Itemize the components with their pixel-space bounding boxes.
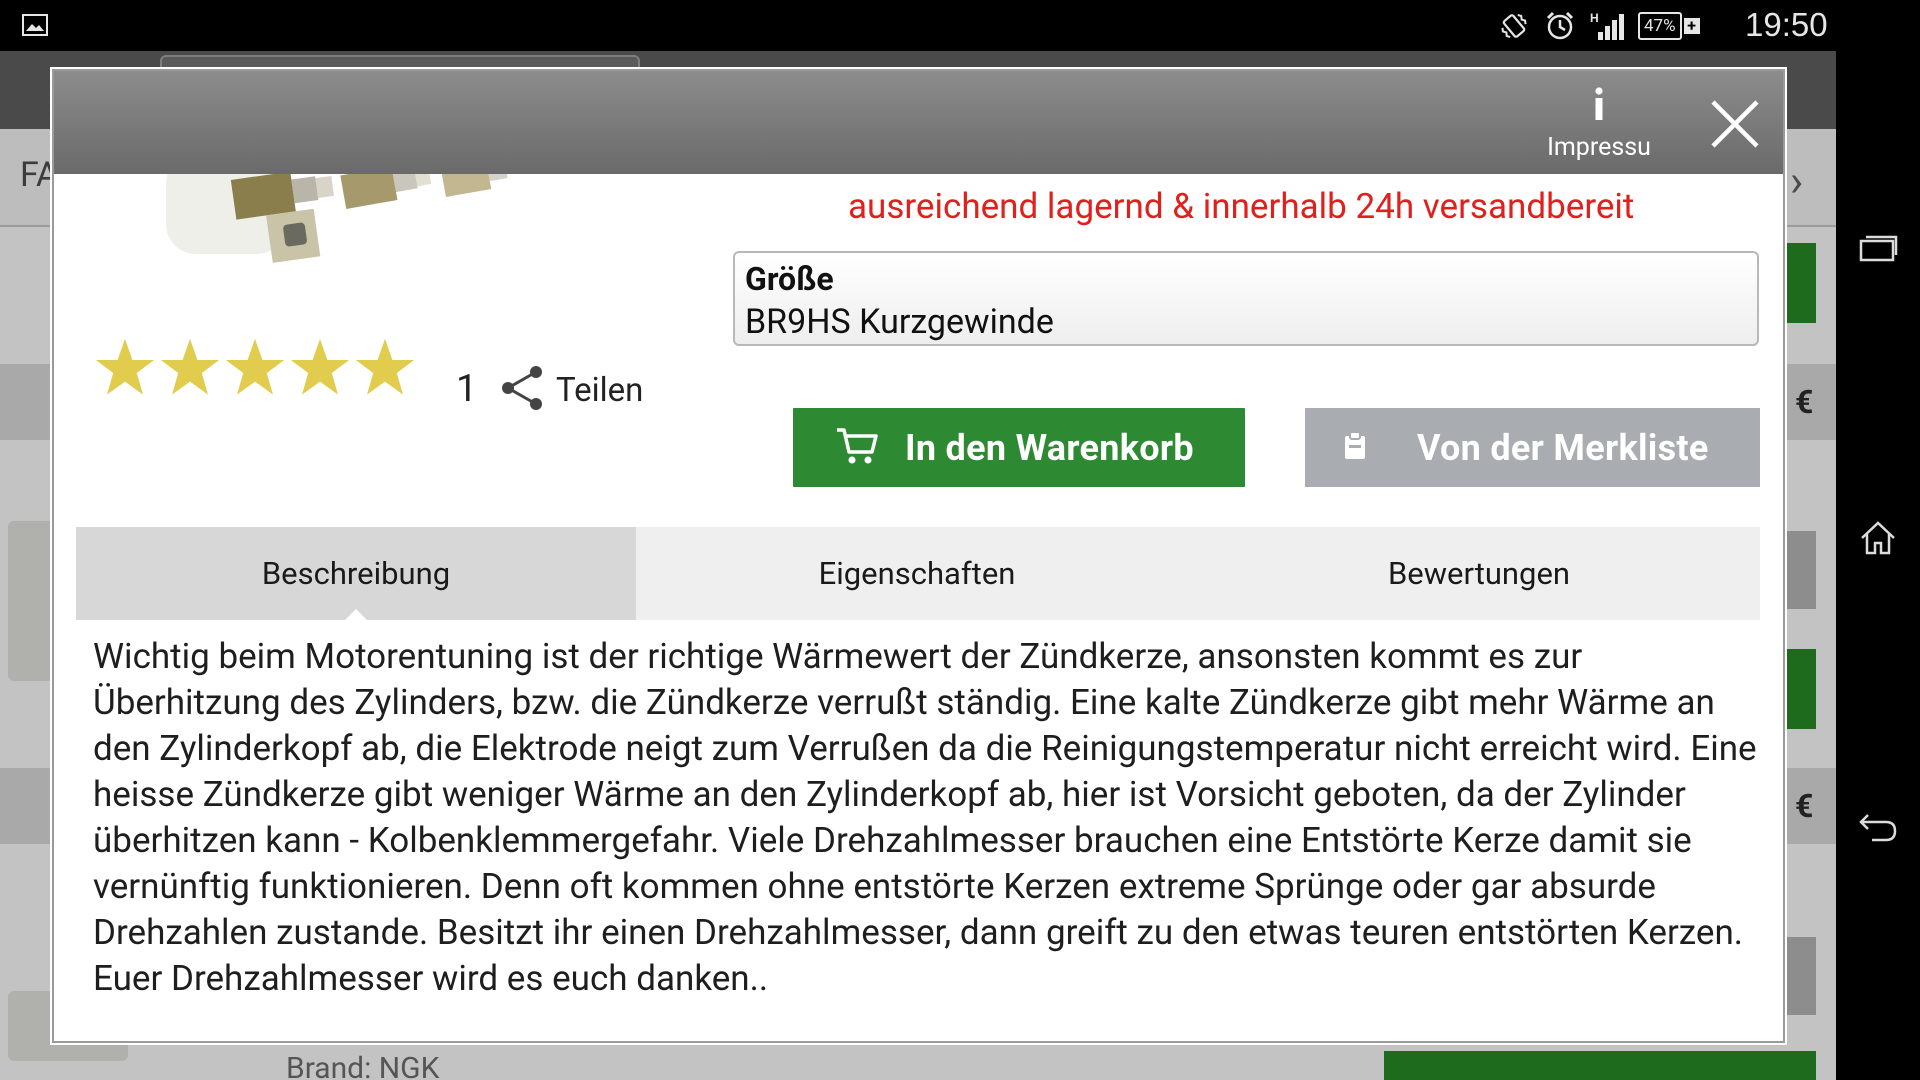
stock-status: ausreichend lagernd & innerhalb 24h vers…	[848, 186, 1635, 227]
status-bar: H 47% + 19:50	[0, 0, 1836, 51]
tab-eigenschaften[interactable]: Eigenschaften	[636, 527, 1198, 620]
recent-apps-icon	[1858, 233, 1898, 267]
navigation-bar	[1836, 0, 1920, 1080]
share-label: Teilen	[556, 370, 644, 410]
info-icon	[1534, 87, 1664, 125]
network-type-label: H	[1590, 11, 1599, 25]
add-to-cart-button[interactable]: In den Warenkorb	[793, 408, 1245, 487]
size-value: BR9HS Kurzgewinde	[745, 302, 1054, 342]
dialog-body: ausreichend lagernd & innerhalb 24h vers…	[54, 154, 1783, 1041]
background-price-euro: €	[1795, 787, 1814, 825]
size-select[interactable]: Größe BR9HS Kurzgewinde	[733, 251, 1759, 346]
star-icon	[224, 337, 286, 409]
back-icon	[1858, 811, 1898, 849]
product-detail-dialog: Impressu ausreichend lagernd & innerhalb…	[54, 71, 1783, 1041]
impressum-label: Impressu	[1547, 133, 1651, 162]
tab-bewertungen[interactable]: Bewertungen	[1198, 527, 1760, 620]
recent-apps-button[interactable]	[1854, 226, 1902, 274]
background-price-euro: €	[1795, 383, 1814, 421]
dialog-header: Impressu	[54, 71, 1783, 174]
product-tabs: Beschreibung Eigenschaften Bewertungen	[76, 527, 1760, 621]
clock: 19:50	[1745, 6, 1828, 43]
status-icons: H 47% +	[1498, 8, 1700, 44]
battery-percent: 47%	[1644, 16, 1676, 36]
rating-count: 1	[456, 367, 478, 411]
home-button[interactable]	[1854, 516, 1902, 564]
gallery-icon	[22, 14, 48, 36]
star-icon	[289, 337, 351, 409]
share-icon	[498, 363, 548, 417]
chevron-right-icon: ›	[1790, 155, 1804, 207]
vibrate-icon	[1498, 10, 1530, 42]
share-button[interactable]: Teilen	[498, 360, 643, 420]
background-thumbnail	[8, 521, 54, 681]
close-button[interactable]	[1708, 97, 1762, 151]
remove-from-wishlist-label: Von der Merkliste	[1417, 426, 1709, 469]
product-description: Wichtig beim Motorentuning ist der richt…	[93, 636, 1757, 999]
star-icon	[94, 337, 156, 409]
background-brand-text: Brand: NGK	[286, 1051, 440, 1080]
impressum-button[interactable]: Impressu	[1534, 87, 1664, 171]
size-label: Größe	[745, 260, 834, 298]
alarm-icon	[1544, 10, 1576, 42]
tab-beschreibung[interactable]: Beschreibung	[76, 527, 636, 621]
cart-icon	[835, 426, 879, 470]
clipboard-icon	[1343, 430, 1367, 465]
signal-icon: H	[1590, 10, 1624, 42]
home-icon	[1858, 518, 1898, 562]
add-to-cart-label: In den Warenkorb	[905, 426, 1194, 469]
background-green-button	[1384, 1051, 1816, 1080]
star-icon	[354, 337, 416, 409]
star-icon	[159, 337, 221, 409]
background-tab-label: FA	[20, 155, 59, 195]
close-icon	[1708, 100, 1762, 155]
battery-icon: 47% +	[1638, 12, 1700, 40]
screen: FA › € € Brand: NGK H 47% + 19:50 Impres…	[0, 0, 1920, 1080]
back-button[interactable]	[1854, 806, 1902, 854]
remove-from-wishlist-button[interactable]: Von der Merkliste	[1305, 408, 1760, 487]
rating-stars	[94, 337, 416, 409]
